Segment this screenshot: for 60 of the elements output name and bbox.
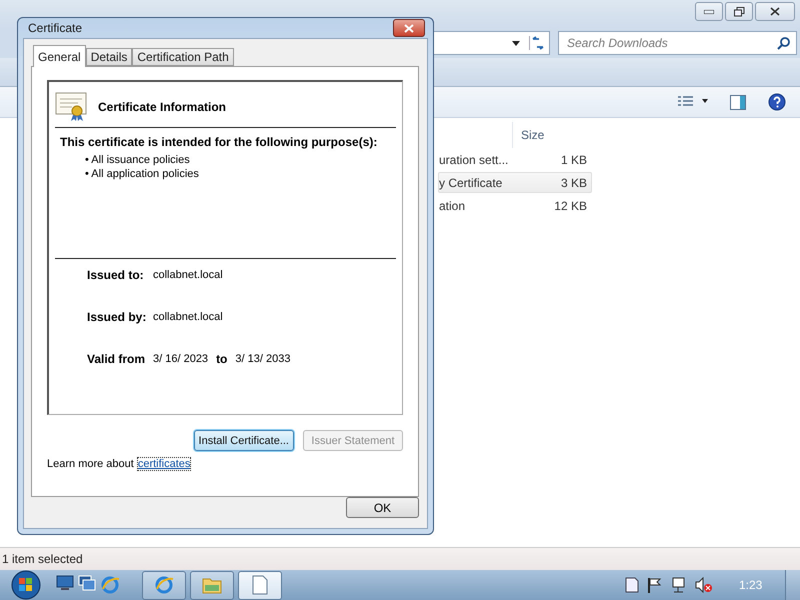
search-icon[interactable] xyxy=(777,36,790,50)
restore-icon xyxy=(734,6,744,16)
close-icon xyxy=(770,7,780,16)
file-name: uration sett... xyxy=(439,152,510,166)
tab[interactable]: Certification Path xyxy=(132,48,234,66)
muted-speaker-icon[interactable] xyxy=(695,577,713,593)
taskbar-button[interactable] xyxy=(142,570,186,600)
search-field[interactable]: Search Downloads xyxy=(558,31,797,55)
tab[interactable]: Details xyxy=(86,48,132,66)
file-size: 1 KB xyxy=(560,152,587,166)
windows-icon[interactable] xyxy=(78,575,96,591)
purpose-item: • All issuance policies xyxy=(85,153,191,167)
field-label: Valid from xyxy=(87,352,145,366)
date-value: 3/ 16/ 2023 xyxy=(153,353,208,365)
file-name: y Certificate xyxy=(439,176,504,190)
status-text: 1 item selected xyxy=(2,552,83,566)
close-button[interactable] xyxy=(393,19,425,37)
browser-icon[interactable] xyxy=(154,575,174,595)
help-link[interactable]: certificates xyxy=(138,458,190,470)
view-options-icon[interactable] xyxy=(678,96,708,108)
field-value: collabnet.local xyxy=(153,269,223,281)
network-icon[interactable] xyxy=(671,577,687,593)
field-label: to xyxy=(216,352,228,366)
dropdown-icon[interactable] xyxy=(512,40,520,46)
taskbar-button[interactable] xyxy=(238,570,282,600)
action-button[interactable]: Install Certificate... xyxy=(194,430,294,451)
certificate-icon xyxy=(55,92,88,121)
help-text: Learn more about xyxy=(47,458,134,470)
desktop-icon[interactable] xyxy=(56,575,74,591)
file-row[interactable]: ation 12 KB xyxy=(438,195,592,216)
flag-icon[interactable] xyxy=(647,577,663,593)
section-heading: Certificate Information xyxy=(98,100,226,114)
close-icon xyxy=(404,24,414,32)
tab[interactable]: General xyxy=(33,45,86,67)
field-label: Issued to: xyxy=(87,268,145,282)
minimize-button[interactable] xyxy=(695,2,723,21)
file-row[interactable]: y Certificate 3 KB xyxy=(438,172,592,193)
note-icon[interactable] xyxy=(625,577,639,593)
search-input[interactable]: Search Downloads xyxy=(565,35,773,51)
refresh-icon[interactable] xyxy=(529,36,546,50)
field-value: collabnet.local xyxy=(153,311,223,323)
date-value: 3/ 13/ 2033 xyxy=(235,353,290,365)
file-size: 12 KB xyxy=(553,198,587,212)
ok-button[interactable]: OK xyxy=(346,497,419,518)
help-icon[interactable] xyxy=(768,93,786,111)
taskbar-button[interactable] xyxy=(190,570,234,600)
field-label: Issued by: xyxy=(87,310,145,324)
purpose-item: • All application policies xyxy=(85,167,200,181)
start-orb-icon xyxy=(11,570,41,600)
file-size: 3 KB xyxy=(560,176,587,190)
purpose-title: This certificate is intended for the following purpose(s): xyxy=(60,135,378,149)
column-header[interactable]: Size xyxy=(512,122,591,148)
close-button[interactable] xyxy=(755,2,795,21)
file-row[interactable]: uration sett... 1 KB xyxy=(438,149,592,170)
document-icon[interactable] xyxy=(252,575,268,595)
preview-pane-icon[interactable] xyxy=(730,94,746,110)
dialog-title: Certificate xyxy=(28,21,82,35)
restore-button[interactable] xyxy=(725,2,753,21)
file-name: ation xyxy=(439,198,466,212)
minimize-icon xyxy=(704,10,714,14)
